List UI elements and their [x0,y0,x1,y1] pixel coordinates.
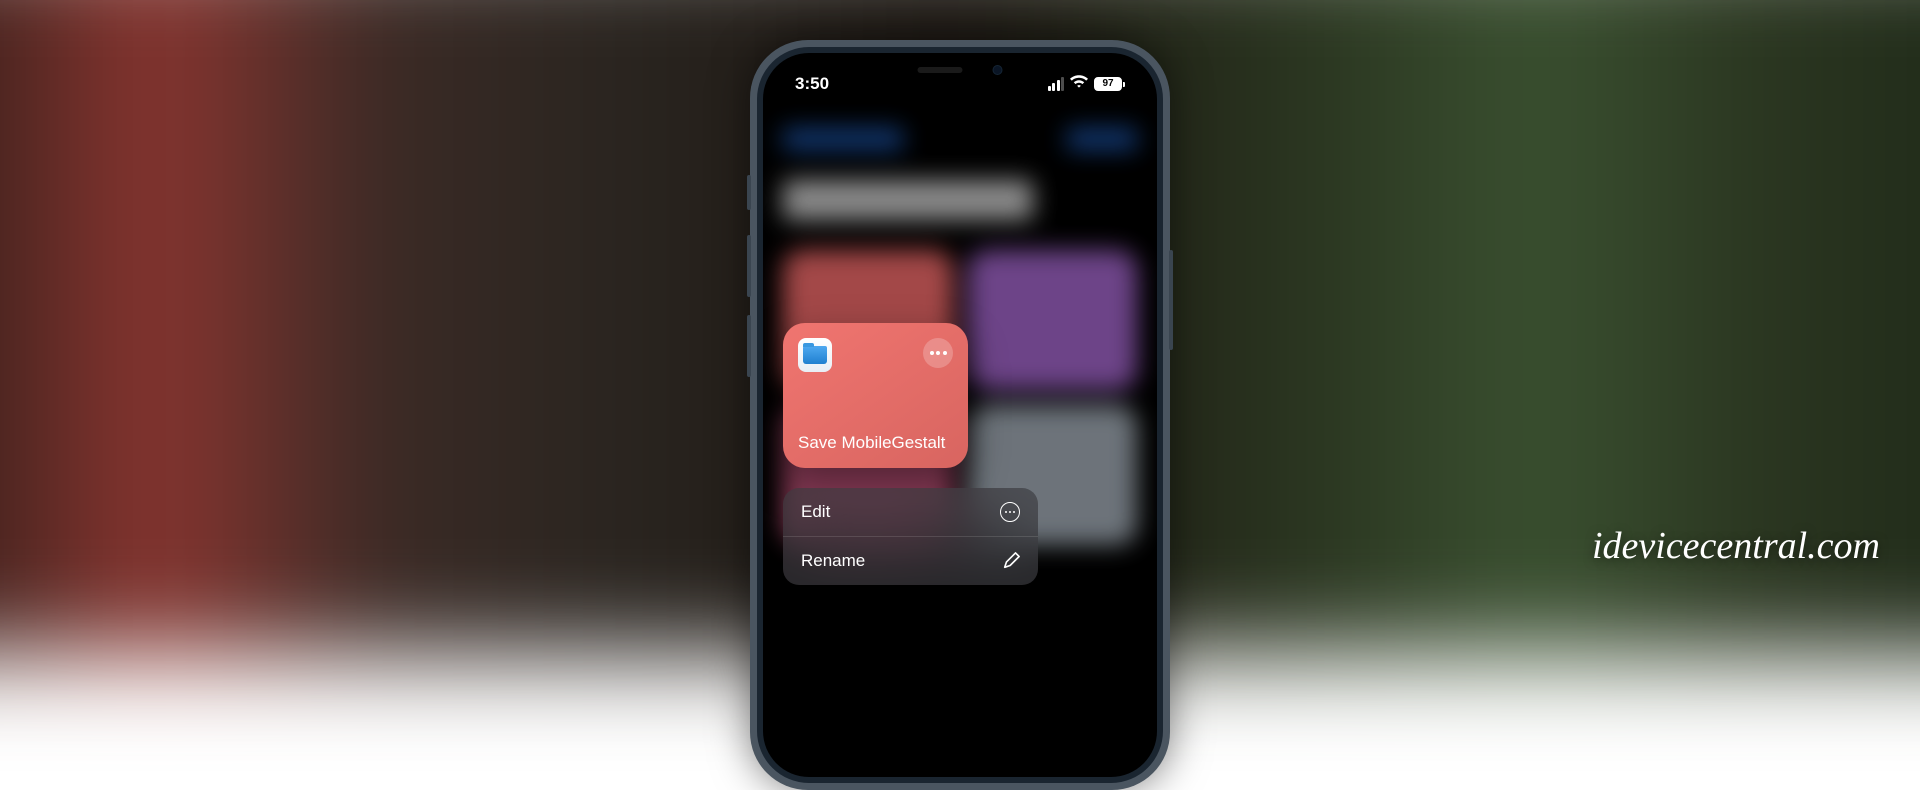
phone-inner-border: 3:50 [757,47,1163,783]
menu-item-label: Rename [801,551,865,571]
folder-icon [803,346,827,364]
wifi-icon [1070,75,1088,94]
watermark-text: idevicecentral.com [1592,524,1880,568]
volume-up-button [747,235,751,297]
menu-item-label: Edit [801,502,830,522]
iphone-device: 3:50 [750,40,1170,790]
mute-switch [747,175,751,210]
status-indicators: 97 [1048,75,1126,94]
edit-icon [1000,502,1020,522]
screen-content: Save MobileGestalt Edit [763,108,1157,777]
power-button [1169,250,1173,350]
speaker-grille [918,67,963,73]
battery-percent: 97 [1102,79,1113,89]
battery-icon: 97 [1094,77,1125,91]
more-options-button[interactable] [923,338,953,368]
phone-notch [883,53,1038,87]
front-camera [993,65,1003,75]
menu-item-rename[interactable]: Rename [783,537,1038,585]
volume-down-button [747,315,751,377]
menu-item-edit[interactable]: Edit [783,488,1038,537]
phone-screen: 3:50 [763,53,1157,777]
context-menu: Edit Rename [783,488,1038,585]
pencil-icon [1002,552,1020,570]
shortcut-name-label: Save MobileGestalt [798,433,953,453]
status-time: 3:50 [795,74,829,94]
cellular-signal-icon [1048,77,1065,91]
files-app-icon [798,338,832,372]
shortcut-card[interactable]: Save MobileGestalt [783,323,968,468]
phone-outer-frame: 3:50 [750,40,1170,790]
